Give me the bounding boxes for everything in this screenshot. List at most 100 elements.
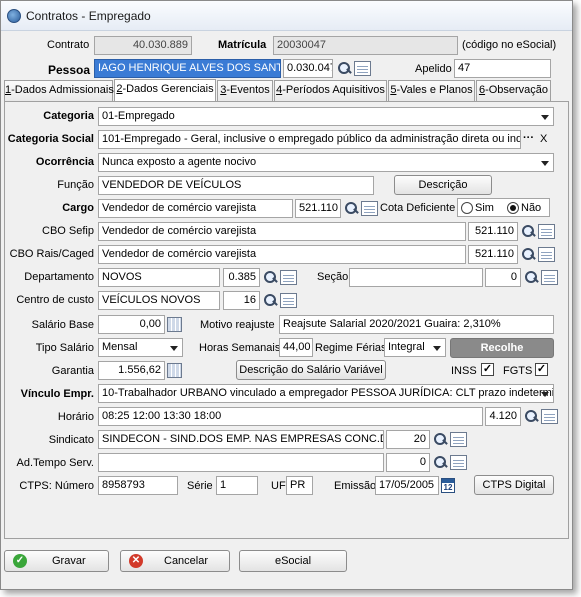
salario-base-label: Salário Base	[31, 319, 94, 331]
descricao-salario-variavel-button[interactable]: Descrição do Salário Variável	[236, 360, 386, 380]
categoria-social-clear-button[interactable]: X	[540, 133, 547, 145]
gravar-button[interactable]: ✓ Gravar	[4, 550, 109, 572]
cbo-sefip-lookup	[519, 222, 557, 241]
list-icon[interactable]	[541, 270, 558, 285]
list-icon[interactable]	[450, 455, 467, 470]
search-icon[interactable]	[261, 291, 279, 310]
employee-contract-window: Contratos - Empregado Contrato 40.030.88…	[0, 0, 573, 590]
departamento-code-field[interactable]: 0.385	[223, 268, 260, 287]
horas-semanais-field[interactable]: 44,00	[279, 338, 313, 357]
cbo-sefip-code-field[interactable]: 521.110	[468, 222, 518, 241]
search-icon[interactable]	[261, 268, 279, 287]
search-icon[interactable]	[522, 268, 540, 287]
fgts-checkbox[interactable]: ✓	[535, 363, 548, 376]
adtempo-code-field[interactable]: 0	[386, 453, 430, 472]
categoria-select[interactable]: 01-Empregado	[98, 107, 554, 126]
recolhe-button[interactable]: Recolhe	[450, 338, 554, 358]
departamento-field[interactable]: NOVOS	[98, 268, 220, 287]
calculator-icon[interactable]	[167, 317, 182, 332]
pessoa-lookup	[335, 59, 373, 78]
tab-dados-gerenciais[interactable]: 2-Dados Gerenciais	[114, 79, 216, 101]
categoria-social-field[interactable]: 101-Empregado - Geral, inclusive o empre…	[98, 130, 521, 149]
cargo-code-field[interactable]: 521.110	[295, 199, 341, 218]
cancelar-button[interactable]: ✕ Cancelar	[120, 550, 230, 572]
secao-code-field[interactable]: 0	[485, 268, 521, 287]
tab-eventos[interactable]: 3-Eventos	[217, 80, 273, 101]
vinculo-select[interactable]: 10-Trabalhador URBANO vinculado a empreg…	[98, 384, 554, 403]
list-icon[interactable]	[280, 293, 297, 308]
uf-field[interactable]: PR	[286, 476, 313, 495]
cbo-rais-field[interactable]: Vendedor de comércio varejista	[98, 245, 466, 264]
cbo-sefip-field[interactable]: Vendedor de comércio varejista	[98, 222, 466, 241]
adtempo-label: Ad.Tempo Serv.	[16, 457, 94, 469]
sindicato-field[interactable]: SINDECON - SIND.DOS EMP. NAS EMPRESAS CO…	[98, 430, 384, 449]
apelido-label: Apelido	[415, 63, 452, 75]
centro-custo-field[interactable]: VEÍCULOS NOVOS	[98, 291, 220, 310]
calculator-icon[interactable]	[167, 363, 182, 378]
centro-custo-label: Centro de custo	[16, 294, 94, 306]
ocorrencia-label: Ocorrência	[35, 156, 94, 168]
search-icon[interactable]	[342, 199, 360, 218]
list-icon[interactable]	[538, 247, 555, 262]
list-icon[interactable]	[361, 201, 378, 216]
sindicato-code-field[interactable]: 20	[386, 430, 430, 449]
contrato-field[interactable]: 40.030.889	[94, 36, 192, 55]
matricula-field[interactable]: 20030047	[273, 36, 458, 55]
cargo-field[interactable]: Vendedor de comércio varejista	[98, 199, 293, 218]
search-icon[interactable]	[519, 245, 537, 264]
list-icon[interactable]	[541, 409, 558, 424]
tab-label: -Dados Gerenciais	[122, 83, 214, 95]
centro-custo-code-field[interactable]: 16	[223, 291, 260, 310]
tab-observacao[interactable]: 6-Observação	[476, 80, 551, 101]
vinculo-label: Vínculo Empr.	[20, 388, 94, 400]
tab-dados-admissionais[interactable]: 1-Dados Admissionais	[4, 80, 114, 101]
regime-ferias-select[interactable]: Integral	[384, 338, 446, 357]
tab-periodos-aquisitivos[interactable]: 4-Períodos Aquisitivos	[274, 80, 387, 101]
sindicato-lookup	[431, 430, 469, 449]
cota-nao-radio[interactable]	[507, 202, 519, 214]
search-icon[interactable]	[519, 222, 537, 241]
secao-field[interactable]	[349, 268, 483, 287]
calendar-icon[interactable]: 12	[441, 478, 455, 493]
search-icon[interactable]	[335, 59, 353, 78]
salario-base-field[interactable]: 0,00	[98, 315, 165, 334]
apelido-field[interactable]: 47	[454, 59, 551, 78]
serie-label: Série	[187, 480, 213, 492]
emissao-field[interactable]: 17/05/2005	[375, 476, 439, 495]
horario-field[interactable]: 08:25 12:00 13:30 18:00	[98, 407, 483, 426]
contrato-label: Contrato	[47, 39, 90, 51]
funcao-field[interactable]: VENDEDOR DE VEÍCULOS	[98, 176, 374, 195]
search-icon[interactable]	[522, 407, 540, 426]
esocial-button[interactable]: eSocial	[239, 550, 347, 572]
tipo-salario-value: Mensal	[102, 341, 138, 353]
tab-vales-planos[interactable]: 5-Vales e Planos	[388, 80, 475, 101]
motivo-reajuste-field[interactable]: Reajsute Salarial 2020/2021 Guaira: 2,31…	[279, 315, 554, 334]
garantia-field[interactable]: 1.556,62	[98, 361, 165, 380]
cbo-rais-code-field[interactable]: 521.110	[468, 245, 518, 264]
fgts-label: FGTS	[503, 365, 533, 377]
ctps-digital-button[interactable]: CTPS Digital	[474, 475, 554, 495]
horario-code-field[interactable]: 4.120	[485, 407, 521, 426]
serie-field[interactable]: 1	[216, 476, 258, 495]
search-icon[interactable]	[431, 453, 449, 472]
descricao-button[interactable]: Descrição	[394, 175, 492, 195]
pessoa-name-field[interactable]: IAGO HENRIQUE ALVES DOS SANTOS	[94, 59, 281, 78]
list-icon[interactable]	[450, 432, 467, 447]
ocorrencia-select[interactable]: Nunca exposto a agente nocivo	[98, 153, 554, 172]
ctps-numero-field[interactable]: 8958793	[98, 476, 178, 495]
list-icon[interactable]	[538, 224, 555, 239]
pessoa-code-field[interactable]: 0.030.047	[283, 59, 333, 78]
cota-sim-radio[interactable]	[461, 202, 473, 214]
regime-ferias-label: Regime Férias	[315, 342, 387, 354]
search-icon[interactable]	[431, 430, 449, 449]
list-icon[interactable]	[280, 270, 297, 285]
inss-checkbox[interactable]: ✓	[481, 363, 494, 376]
cota-deficiente-label: Cota Deficiente	[380, 202, 456, 214]
uf-label: UF	[271, 480, 286, 492]
tipo-salario-select[interactable]: Mensal	[98, 338, 183, 357]
adtempo-field[interactable]	[98, 453, 384, 472]
list-icon[interactable]	[354, 61, 371, 76]
chevron-down-icon	[541, 161, 549, 166]
categoria-label: Categoria	[43, 110, 94, 122]
categoria-social-more-button[interactable]: ···	[523, 132, 534, 144]
